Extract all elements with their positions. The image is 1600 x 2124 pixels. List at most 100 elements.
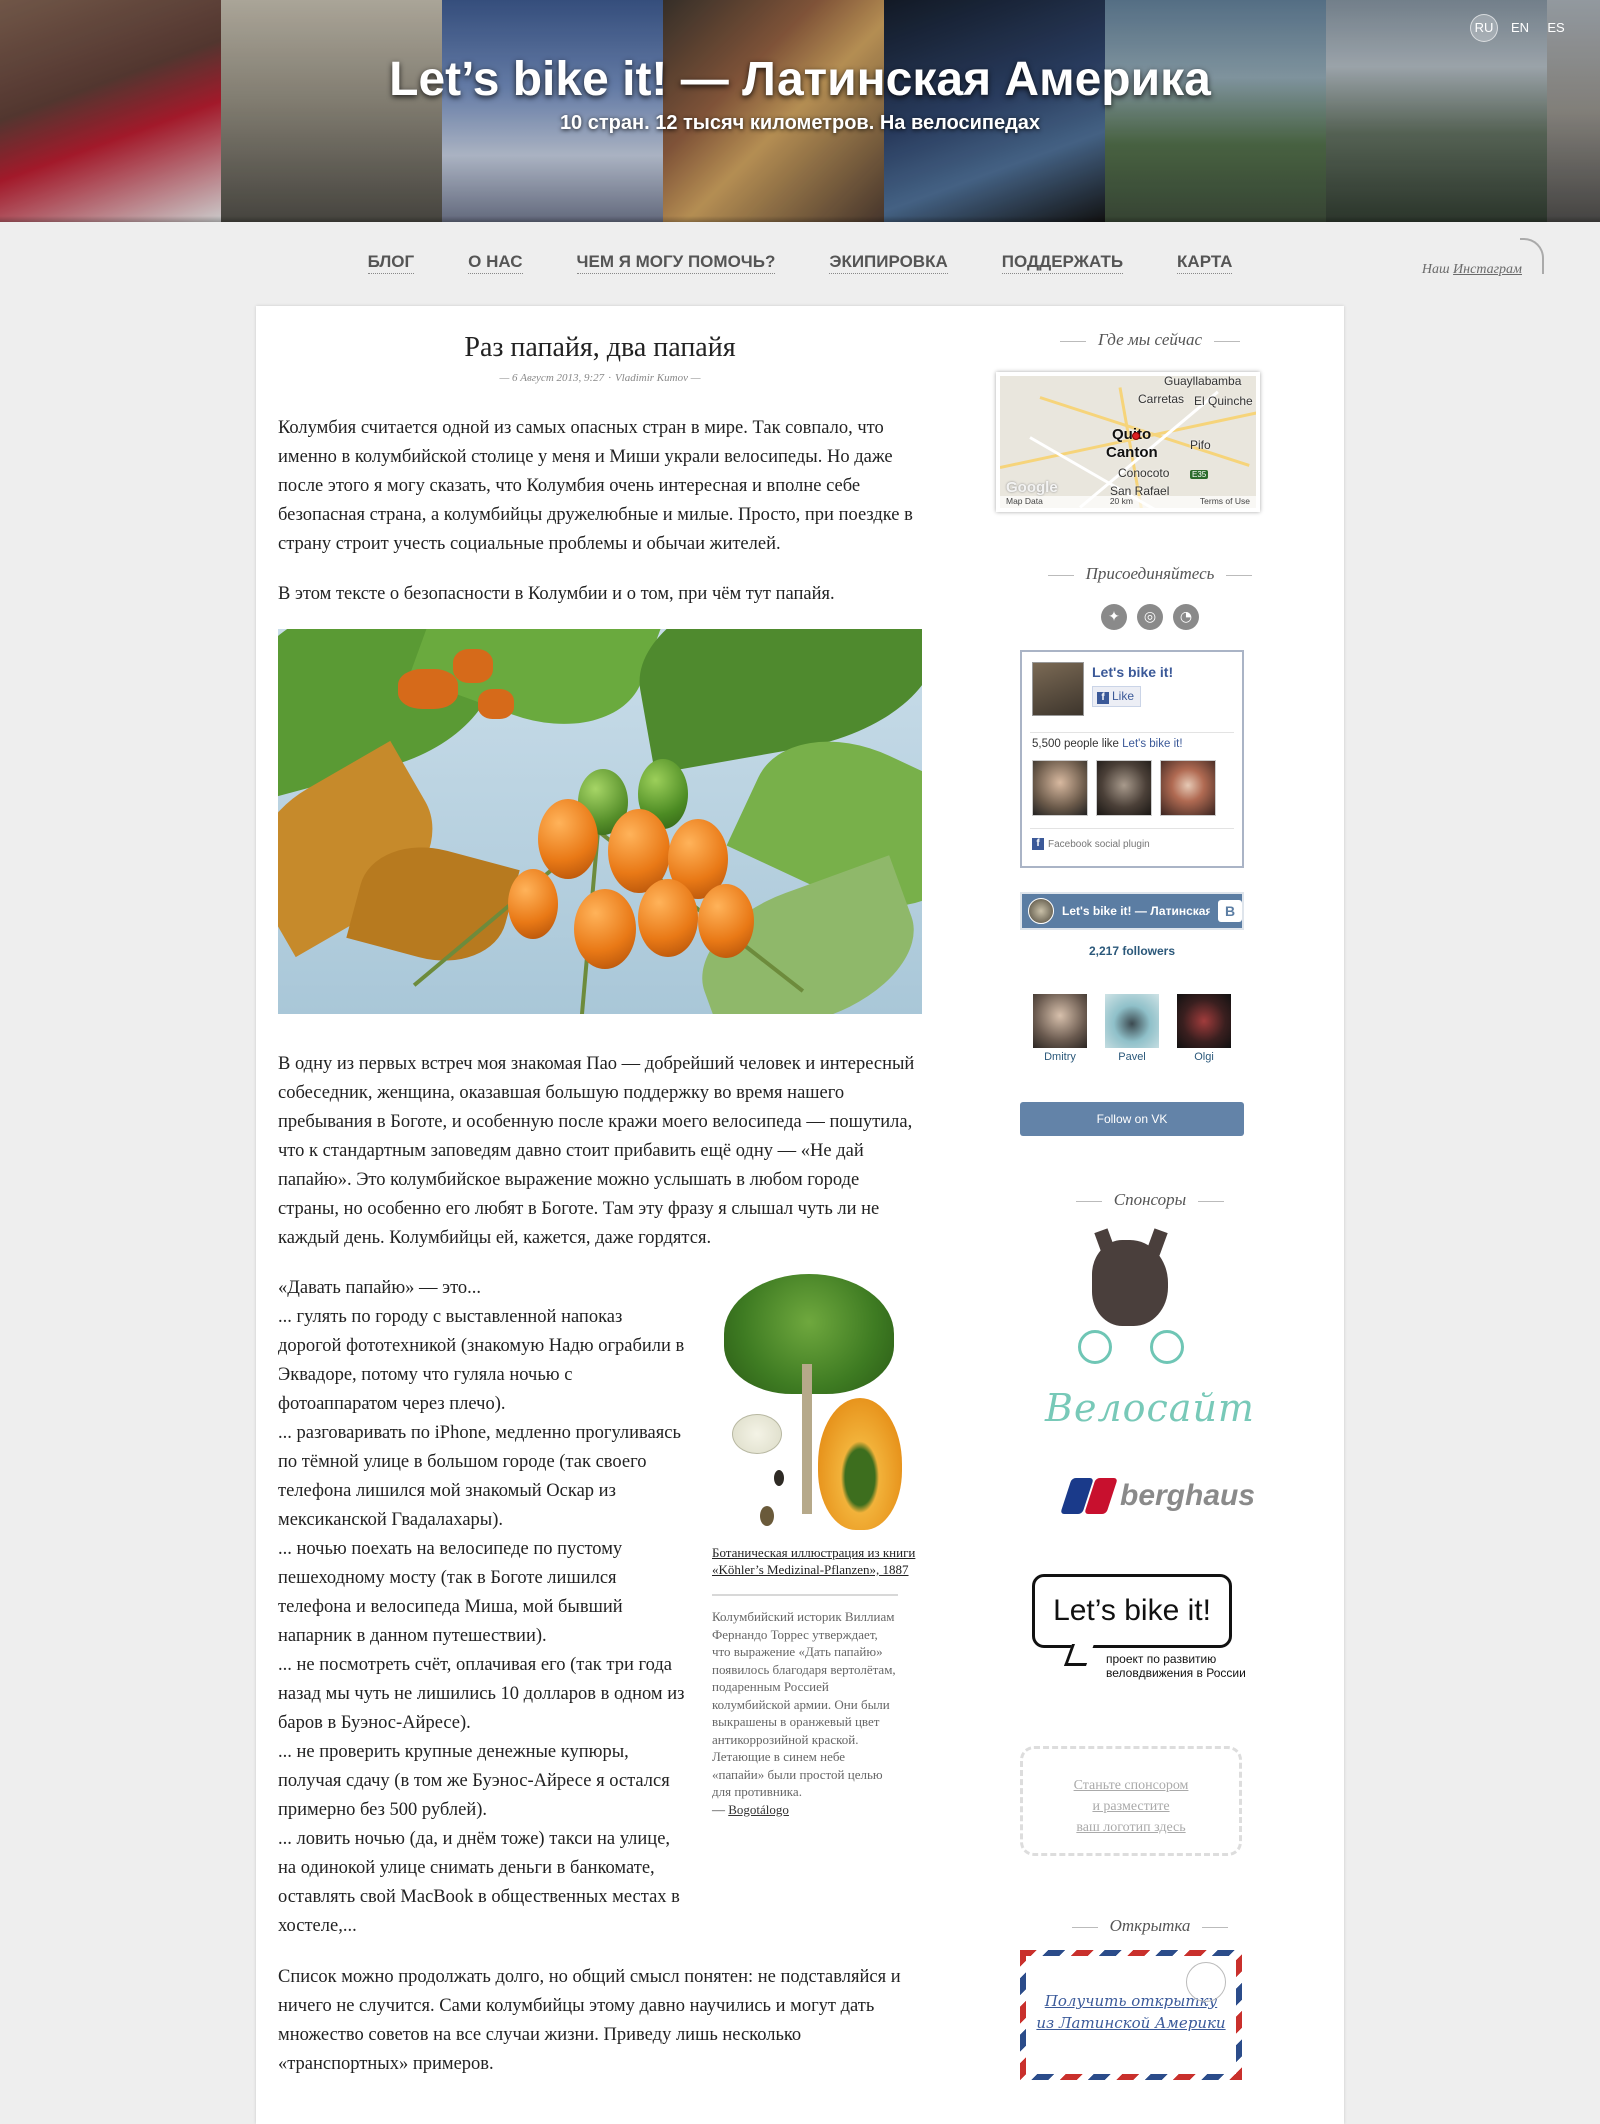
list-item: ... гулять по городу с выставленной напо… (278, 1307, 685, 1414)
site-title[interactable]: Let’s bike it! — Латинская Америка (0, 52, 1600, 107)
botanical-illustration[interactable] (714, 1274, 906, 1536)
lang-en[interactable]: EN (1506, 14, 1534, 42)
facebook-page-name[interactable]: Let's bike it! (1092, 664, 1173, 680)
map-label: El Quinche (1194, 394, 1253, 408)
nav-support[interactable]: ПОДДЕРЖАТЬ (1001, 252, 1124, 274)
divider (1030, 732, 1234, 733)
widget-title-location: Где мы сейчас (956, 330, 1344, 350)
vk-followers-count[interactable]: 2,217 followers (1020, 944, 1244, 958)
postcard-inner: Получить открытку из Латинской Америки (1026, 1956, 1236, 2074)
blog-post: Раз папайя, два папайя — 6 Август 2013, … (278, 306, 922, 2079)
post-paragraph: Список можно продолжать долго, но общий … (278, 1967, 901, 2074)
list-item: ... ловить ночью (да, и днём тоже) такси… (278, 1829, 680, 1936)
highway-shield: E35 (1190, 470, 1209, 479)
vk-member-name: Dmitry (1044, 1051, 1076, 1063)
divider (1030, 828, 1234, 829)
berghaus-mark-icon (1060, 1478, 1118, 1514)
vk-logo-icon: B (1218, 900, 1242, 922)
vk-member-name: Pavel (1118, 1051, 1146, 1063)
facebook-like-button[interactable]: f Like (1092, 686, 1142, 707)
letsbikeit-logo[interactable]: Let’s bike it! (1032, 1574, 1232, 1648)
facebook-like-count: 5,500 people like Let's bike it! (1032, 738, 1183, 750)
facebook-fans (1032, 760, 1216, 816)
post-author[interactable]: Vladimir Kumov — (615, 372, 701, 384)
location-map[interactable]: Guayllabamba Carretas El Quinche Quito C… (996, 372, 1260, 512)
meta-separator: · (608, 372, 611, 384)
lang-ru[interactable]: RU (1470, 14, 1498, 42)
map-label: Guayllabamba (1164, 374, 1242, 388)
sidenote-source: — Bogotálogo (712, 1801, 924, 1819)
illustration-caption[interactable]: Ботаническая иллюстрация из книги «Köhle… (712, 1544, 924, 1578)
velosite-wolf-logo[interactable] (1072, 1228, 1192, 1370)
main-nav: БЛОГ О НАС ЧЕМ Я МОГУ ПОМОЧЬ? ЭКИПИРОВКА… (0, 222, 1600, 304)
papaya-tree-illustration (278, 629, 922, 1014)
sidenote-text: Колумбийский историк Виллиам Фернандо То… (712, 1609, 896, 1799)
widget-title-sponsors: Спонсоры (956, 1190, 1344, 1210)
post-date: — 6 Август 2013, 9:27 (499, 372, 605, 384)
map-footer: Map Data 20 km Terms of Use (1000, 496, 1256, 508)
rss-icon[interactable]: ◔ (1173, 604, 1199, 630)
map-data-label: Map Data (1006, 496, 1043, 506)
twitter-icon[interactable]: ✦ (1101, 604, 1127, 630)
nav-map[interactable]: КАРТА (1177, 252, 1233, 274)
instagram-link[interactable]: Наш Инстаграм (1422, 262, 1522, 278)
fan-avatar[interactable] (1096, 760, 1152, 816)
postcard-link[interactable]: Получить открытку из Латинской Америки (1020, 1950, 1242, 2080)
berghaus-logo[interactable]: berghaus (1060, 1478, 1255, 1514)
vk-widget-header[interactable]: Let's bike it! — Латинская Америка B (1020, 892, 1244, 930)
list-item: ... не посмотреть счёт, оплачивая его (т… (278, 1655, 685, 1733)
content-area: Раз папайя, два папайя — 6 Август 2013, … (256, 306, 1344, 2124)
vk-member[interactable]: Olgi (1177, 994, 1231, 1063)
post-paragraph: В одну из первых встреч моя знакомая Пао… (278, 1054, 915, 1248)
post-meta: — 6 Август 2013, 9:27 · Vladimir Kumov — (278, 372, 922, 384)
vk-group-avatar (1028, 898, 1054, 924)
header-photo (221, 0, 442, 222)
facebook-like-box: Let's bike it! f Like 5,500 people like L… (1020, 650, 1244, 868)
become-sponsor-line: ваш логотип здесь (1076, 1820, 1186, 1835)
header-photo (663, 0, 884, 222)
list-item: ... ночью поехать на велосипеде по пусто… (278, 1539, 623, 1646)
map-label: Carretas (1138, 392, 1185, 406)
list-item: ... разговаривать по iPhone, медленно пр… (278, 1423, 681, 1530)
vk-follow-button[interactable]: Follow on VK (1020, 1102, 1244, 1136)
header-photo (1105, 0, 1326, 222)
source-prefix: — (712, 1801, 729, 1817)
map-terms-link[interactable]: Terms of Use (1200, 496, 1250, 508)
widget-title-postcard: Открытка (956, 1916, 1344, 1936)
facebook-icon: f (1097, 692, 1109, 704)
nav-about[interactable]: О НАС (468, 252, 523, 274)
plugin-text: Facebook social plugin (1048, 838, 1150, 850)
become-sponsor-link[interactable]: Станьте спонсором и разместите ваш логот… (1020, 1746, 1242, 1856)
vk-member[interactable]: Pavel (1105, 994, 1159, 1063)
nav-equipment[interactable]: ЭКИПИРОВКА (829, 252, 948, 274)
map-scale: 20 km (1109, 496, 1133, 506)
facebook-page-avatar[interactable] (1032, 662, 1084, 716)
fan-avatar[interactable] (1160, 760, 1216, 816)
site-tagline: 10 стран. 12 тысяч километров. На велоси… (559, 112, 1041, 134)
vk-member[interactable]: Dmitry (1033, 994, 1087, 1063)
instagram-link-prefix: Наш (1421, 262, 1454, 277)
source-link[interactable]: Bogotálogo (728, 1802, 789, 1817)
vk-members: Dmitry Pavel Olgi (1020, 994, 1244, 1063)
papaya-list-section: «Давать папайю» — это... ... гулять по г… (278, 1274, 922, 1941)
avatar (1033, 994, 1087, 1048)
map-google-logo: Google (1006, 479, 1058, 496)
nav-blog[interactable]: БЛОГ (367, 252, 415, 274)
widget-title-join: Присоединяйтесь (956, 564, 1344, 584)
facebook-icon: f (1032, 838, 1044, 850)
nav-how-to-help[interactable]: ЧЕМ Я МОГУ ПОМОЧЬ? (576, 252, 776, 274)
fan-avatar[interactable] (1032, 760, 1088, 816)
vk-group-name: Let's bike it! — Латинская Америка (1062, 904, 1210, 918)
instagram-icon[interactable]: ◎ (1137, 604, 1163, 630)
letsbikeit-subtitle: проект по развитию веловдвижения в Росси… (1106, 1652, 1246, 1680)
like-count-page-link[interactable]: Let's bike it! (1122, 738, 1182, 750)
lang-es[interactable]: ES (1542, 14, 1570, 42)
avatar (1177, 994, 1231, 1048)
post-title[interactable]: Раз папайя, два папайя (278, 332, 922, 364)
social-icons: ✦ ◎ ◔ (956, 604, 1344, 630)
map-label: Pifo (1190, 438, 1211, 452)
instagram-link-anchor[interactable]: Инстаграм (1453, 262, 1522, 277)
map-pin-icon (1132, 432, 1140, 440)
header-photo (884, 0, 1105, 222)
velosite-logo-text[interactable]: Велосайт (956, 1386, 1344, 1430)
